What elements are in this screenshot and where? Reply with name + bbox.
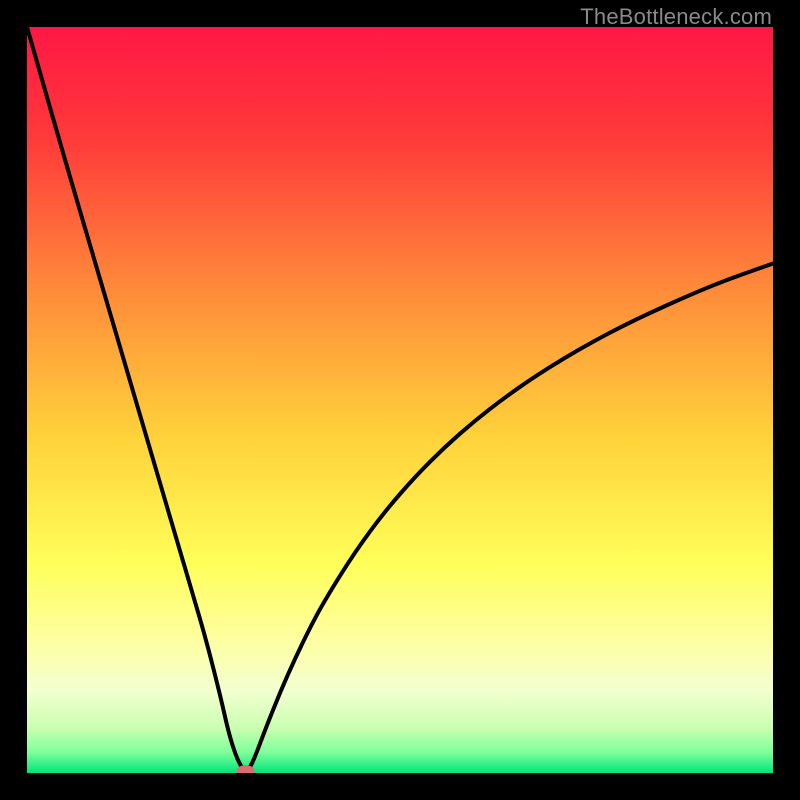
watermark-text: TheBottleneck.com: [580, 4, 772, 30]
plot-area: [27, 27, 773, 773]
outer-frame: TheBottleneck.com: [0, 0, 800, 800]
chart-svg: [27, 27, 773, 773]
gradient-background: [27, 27, 773, 773]
